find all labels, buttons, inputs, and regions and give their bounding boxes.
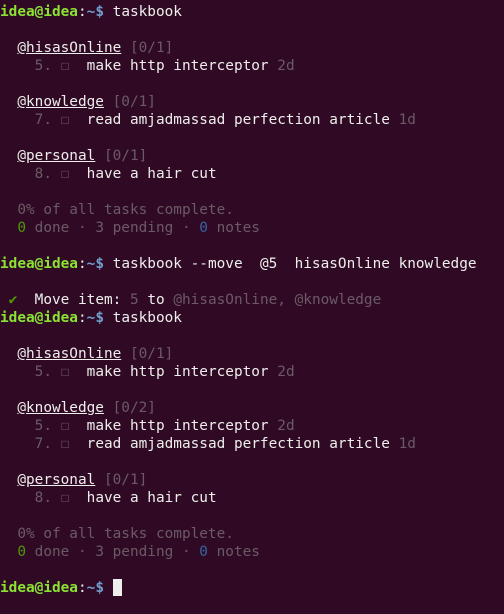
- task-age: 2d: [277, 418, 295, 434]
- pending-text: · 3 pending ·: [69, 220, 200, 236]
- command-line: idea@idea:~$ taskbook: [0, 309, 504, 327]
- task-id: 7.: [34, 436, 52, 452]
- task-item: 5. ☐ make http interceptor 2d: [0, 417, 504, 435]
- task-id: 8.: [34, 490, 52, 506]
- prompt-colon: :: [77, 310, 87, 326]
- move-label: Move item:: [34, 292, 122, 308]
- task-id: 5.: [34, 58, 52, 74]
- move-boards: @hisasOnline, @knowledge: [173, 292, 382, 308]
- task-text: read amjadmassad perfection article: [86, 112, 390, 128]
- checkbox-icon: ☐: [60, 490, 70, 506]
- checkbox-icon: ☐: [60, 58, 70, 74]
- task-text: make http interceptor: [86, 418, 269, 434]
- board-name: @knowledge: [17, 400, 104, 416]
- command-text: taskbook: [112, 310, 182, 326]
- board-header: @knowledge [0/2]: [0, 399, 504, 417]
- board-name: @hisasOnline: [17, 40, 122, 56]
- task-text: make http interceptor: [86, 364, 269, 380]
- task-id: 5.: [34, 364, 52, 380]
- done-count: 0: [17, 220, 26, 236]
- command-text: taskbook --move @5 hisasOnline knowledge: [112, 256, 477, 272]
- command-line: idea@idea:~$ taskbook: [0, 3, 504, 21]
- board-name: @knowledge: [17, 94, 104, 110]
- command-text: taskbook: [112, 4, 182, 20]
- move-result-line: ✔ Move item: 5 to @hisasOnline, @knowled…: [0, 291, 504, 309]
- move-item-id: 5: [129, 292, 139, 308]
- command-line: idea@idea:~$ taskbook --move @5 hisasOnl…: [0, 255, 504, 273]
- command-line[interactable]: idea@idea:~$: [0, 579, 504, 597]
- board-count: [0/2]: [112, 400, 156, 416]
- board-name: @personal: [17, 472, 96, 488]
- board-header: @hisasOnline [0/1]: [0, 39, 504, 57]
- prompt-user: idea@idea: [0, 310, 78, 326]
- task-text: have a hair cut: [86, 166, 217, 182]
- done-label: done: [26, 220, 70, 236]
- move-to: to: [147, 292, 165, 308]
- task-text: read amjadmassad perfection article: [86, 436, 390, 452]
- task-age: 2d: [277, 364, 295, 380]
- stats-line: 0 done · 3 pending · 0 notes: [0, 543, 504, 561]
- task-text: make http interceptor: [86, 58, 269, 74]
- checkbox-icon: ☐: [60, 418, 70, 434]
- task-item: 7. ☐ read amjadmassad perfection article…: [0, 111, 504, 129]
- prompt-colon: :: [77, 256, 87, 272]
- prompt-path: ~$: [86, 256, 113, 272]
- board-count: [0/1]: [129, 40, 174, 56]
- prompt-colon: :: [77, 4, 87, 20]
- done-count: 0: [17, 544, 26, 560]
- board-count: [0/1]: [103, 148, 148, 164]
- notes-label: notes: [207, 544, 260, 560]
- summary-line: 0% of all tasks complete.: [0, 201, 504, 219]
- board-count: [0/1]: [103, 472, 148, 488]
- board-count: [0/1]: [129, 346, 174, 362]
- task-id: 5.: [34, 418, 52, 434]
- prompt-colon: :: [77, 580, 87, 596]
- board-name: @hisasOnline: [17, 346, 122, 362]
- task-id: 7.: [34, 112, 52, 128]
- task-text: have a hair cut: [86, 490, 217, 506]
- task-item: 8. ☐ have a hair cut: [0, 165, 504, 183]
- check-icon: ✔: [8, 292, 18, 308]
- task-id: 8.: [34, 166, 52, 182]
- prompt-user: idea@idea: [0, 256, 78, 272]
- notes-count: 0: [199, 220, 208, 236]
- notes-count: 0: [199, 544, 208, 560]
- board-header: @personal [0/1]: [0, 147, 504, 165]
- done-label: done: [26, 544, 70, 560]
- task-item: 8. ☐ have a hair cut: [0, 489, 504, 507]
- summary-line: 0% of all tasks complete.: [0, 525, 504, 543]
- task-age: 1d: [398, 112, 416, 128]
- cursor-icon: [112, 579, 122, 596]
- summary-text: 0% of all tasks complete.: [17, 202, 234, 218]
- task-age: 1d: [398, 436, 416, 452]
- task-item: 5. ☐ make http interceptor 2d: [0, 363, 504, 381]
- checkbox-icon: ☐: [60, 166, 70, 182]
- stats-line: 0 done · 3 pending · 0 notes: [0, 219, 504, 237]
- task-item: 7. ☐ read amjadmassad perfection article…: [0, 435, 504, 453]
- prompt-path: ~$: [86, 4, 113, 20]
- prompt-user: idea@idea: [0, 580, 78, 596]
- notes-label: notes: [207, 220, 260, 236]
- board-count: [0/1]: [112, 94, 156, 110]
- checkbox-icon: ☐: [60, 112, 70, 128]
- board-name: @personal: [17, 148, 96, 164]
- pending-text: · 3 pending ·: [69, 544, 200, 560]
- prompt-path: ~$: [86, 310, 113, 326]
- task-item: 5. ☐ make http interceptor 2d: [0, 57, 504, 75]
- terminal-window[interactable]: idea@idea:~$ taskbook @hisasOnline [0/1]…: [0, 0, 504, 614]
- summary-text: 0% of all tasks complete.: [17, 526, 234, 542]
- board-header: @hisasOnline [0/1]: [0, 345, 504, 363]
- task-age: 2d: [277, 58, 295, 74]
- checkbox-icon: ☐: [60, 364, 70, 380]
- checkbox-icon: ☐: [60, 436, 70, 452]
- board-header: @personal [0/1]: [0, 471, 504, 489]
- prompt-user: idea@idea: [0, 4, 78, 20]
- prompt-path: ~$: [86, 580, 113, 596]
- board-header: @knowledge [0/1]: [0, 93, 504, 111]
